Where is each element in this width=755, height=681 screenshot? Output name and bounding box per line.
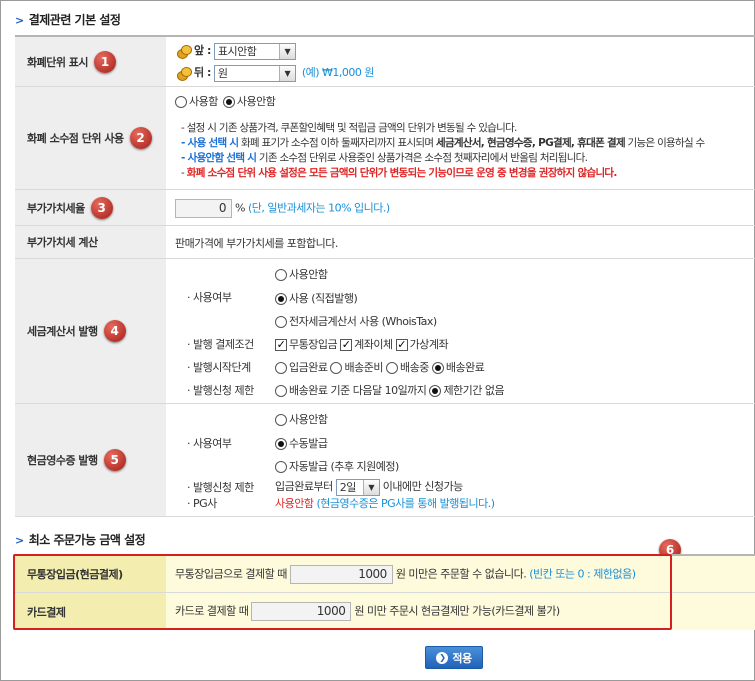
payment-settings-table: 화폐단위 표시 1 앞 : 표시안함 ▼ 뒤 : 원 ▼ (예) ₩1,000 원 화… xyxy=(15,35,755,517)
vat-hint: (단, 일반과세자는 10% 입니다.) xyxy=(247,201,390,215)
step-badge: 1 xyxy=(94,50,117,73)
currency-front: 앞 : 표시안함 ▼ xyxy=(177,42,296,60)
row-label: 부가가치세 계산 xyxy=(15,226,166,258)
currency-back: 뒤 : 원 ▼ (예) ₩1,000 원 xyxy=(177,64,375,82)
pg-note: (현금영수증은 PG사를 통해 발행됩니다.) xyxy=(316,497,495,510)
row-decimal: 화폐 소수점 단위 사용 2 사용함 사용안함 - 설정 시 기존 상품가격, 쿠… xyxy=(15,87,755,190)
tax-condition-options: ✓ 무통장입금 ✓ 계좌이체 ✓ 가상계좌 xyxy=(275,338,449,351)
decimal-note-3: - 사용안함 선택 시 기존 소수점 단위로 사용중인 상품가격은 소수점 첫째… xyxy=(181,152,588,164)
start-prep-radio[interactable] xyxy=(330,362,343,374)
row-vat: 부가가치세율 3 0 % (단, 일반과세자는 10% 입니다.) xyxy=(15,190,755,226)
decimal-note-1: - 설정 시 기존 상품가격, 쿠폰할인혜택 및 적립금 금액의 단위가 변동될… xyxy=(181,122,517,134)
row-cash-receipt: 현금영수증 발행 5 · 사용여부 사용안함 수동발급 자동발급 (추후 지원예정… xyxy=(15,404,755,517)
tax-limit-options: 배송완료 기준 다음달 10일까지 제한기간 없음 xyxy=(275,382,505,398)
tax-whoistax-radio[interactable] xyxy=(275,316,287,328)
row-label: 화폐 소수점 단위 사용 2 xyxy=(15,87,166,189)
coin-icon xyxy=(177,44,192,59)
min-order-highlight xyxy=(13,554,672,630)
decimal-use-radio[interactable] xyxy=(175,96,187,108)
cash-pg: 사용안함 (현금영수증은 PG사를 통해 발행됩니다.) xyxy=(275,495,495,511)
row-label: 부가가치세율 3 xyxy=(15,190,166,225)
settings-window: > 결제관련 기본 설정 화폐단위 표시 1 앞 : 표시안함 ▼ 뒤 : 원 ▼ (예… xyxy=(0,0,755,681)
vat-calc-text: 판매가격에 부가가치세를 포함합니다. xyxy=(175,237,338,250)
decimal-options: 사용함 사용안함 xyxy=(175,93,276,109)
tax-start-options: 입금완료 배송준비 배송중 배송완료 xyxy=(275,359,485,375)
tax-nouse-radio[interactable] xyxy=(275,269,287,281)
cash-manual-radio[interactable] xyxy=(275,438,287,450)
start-paid-radio[interactable] xyxy=(275,362,287,374)
chevron-right-icon: > xyxy=(15,14,24,27)
currency-back-select[interactable]: 원 ▼ xyxy=(213,64,296,82)
chevron-down-icon: ▼ xyxy=(278,65,295,81)
currency-front-select[interactable]: 표시안함 ▼ xyxy=(213,42,296,60)
start-delivered-radio[interactable] xyxy=(431,362,444,374)
limit-none-radio[interactable] xyxy=(429,385,442,397)
chevron-right-icon: > xyxy=(15,534,24,547)
cond-virtual-checkbox[interactable]: ✓ xyxy=(395,339,408,351)
cash-auto-radio[interactable] xyxy=(275,461,287,473)
row-vat-calc: 부가가치세 계산 판매가격에 부가가치세를 포함합니다. xyxy=(15,226,755,259)
vat-rate-input[interactable]: 0 xyxy=(175,199,232,218)
cond-transfer-checkbox[interactable]: ✓ xyxy=(340,339,353,351)
step-badge: 2 xyxy=(129,127,152,149)
row-label: 화폐단위 표시 1 xyxy=(15,37,166,86)
decimal-nouse-radio[interactable] xyxy=(222,96,235,108)
step-badge: 5 xyxy=(103,449,126,471)
cash-nouse-radio[interactable] xyxy=(275,414,287,426)
chevron-down-icon: ▼ xyxy=(278,43,295,59)
step-badge: 4 xyxy=(103,320,126,342)
decimal-note-4: - 화폐 소수점 단위 사용 설정은 모든 금액의 단위가 변동되는 기능이므로… xyxy=(181,167,617,179)
currency-example: (예) ₩1,000 원 xyxy=(301,66,375,79)
cond-bank-checkbox[interactable]: ✓ xyxy=(275,339,287,351)
start-shipping-radio[interactable] xyxy=(385,362,398,374)
apply-button[interactable]: ❯ 적용 xyxy=(425,646,483,669)
section-title-payment: > 결제관련 기본 설정 xyxy=(15,13,121,27)
chevron-down-icon: ▼ xyxy=(362,479,379,495)
coin-icon xyxy=(177,66,192,81)
pg-status: 사용안함 xyxy=(275,497,314,510)
row-label: 세금계산서 발행 4 xyxy=(15,259,166,403)
section-title-min-order: > 최소 주문가능 금액 설정 xyxy=(15,533,146,547)
step-badge: 3 xyxy=(90,196,113,219)
row-currency: 화폐단위 표시 1 앞 : 표시안함 ▼ 뒤 : 원 ▼ (예) ₩1,000 원 xyxy=(15,37,755,87)
cash-limit: 입금완료부터 2일 ▼ 이내에만 신청가능 xyxy=(275,478,463,496)
decimal-note-2: - 사용 선택 시 화폐 표기가 소수점 이하 둘째자리까지 표시되며 세금계산… xyxy=(181,137,705,149)
limit-nextmonth-radio[interactable] xyxy=(275,385,287,397)
row-tax-invoice: 세금계산서 발행 4 · 사용여부 사용안함 사용 (직접발행) 전자세금계산서 … xyxy=(15,259,755,404)
chevron-right-icon: ❯ xyxy=(436,651,449,664)
tax-direct-radio[interactable] xyxy=(275,293,287,305)
cash-limit-days-select[interactable]: 2일 ▼ xyxy=(335,478,380,496)
row-label: 현금영수증 발행 5 xyxy=(15,404,166,516)
